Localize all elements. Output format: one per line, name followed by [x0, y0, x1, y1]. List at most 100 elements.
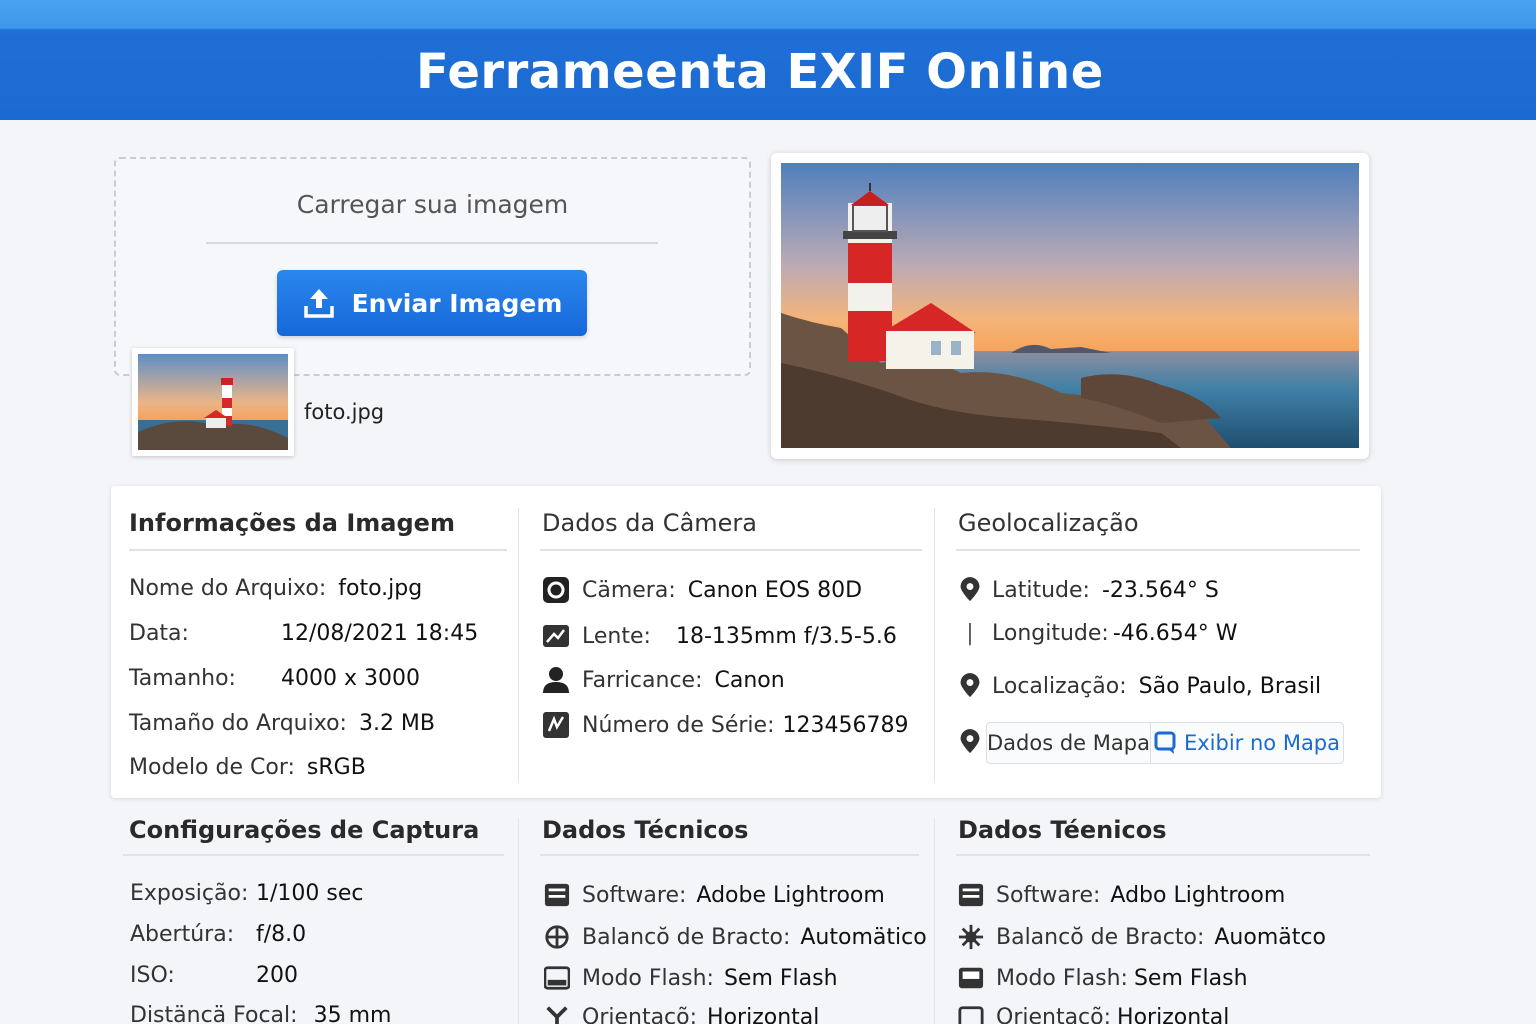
tech-value: Auomätco: [1214, 924, 1326, 950]
tech-label: Orientacõ:: [582, 1004, 698, 1024]
divider-icon: |: [966, 621, 974, 646]
image-info-title: Informações da Imagem: [129, 509, 455, 537]
camera-value: Canon EOS 80D: [687, 577, 863, 603]
capture-row-aperture: Abertúra: f/8.0: [130, 922, 306, 947]
capture-value: 1/100 sec: [256, 881, 364, 906]
map-button-group: Dados de Mapa Exibir no Mapa: [986, 722, 1344, 764]
serial-icon: [543, 712, 569, 738]
camera-label: Número de Série:: [582, 712, 775, 738]
column-divider: [518, 818, 519, 1024]
orientation-icon: [546, 1006, 568, 1024]
capture-settings-title: Configurações de Captura: [129, 816, 480, 844]
section-rule: [956, 854, 1370, 856]
tech-row-flash: Modo Flash: Sem Flash: [544, 964, 838, 992]
info-row-date: Data: 12/08/2021 18:45: [129, 621, 478, 646]
info-label: Tamanho:: [129, 666, 236, 691]
geo-row-longitude: | Longitude: -46.654° W: [958, 621, 1237, 646]
capture-label: Distäncä Focal:: [130, 1003, 298, 1024]
info-label: Data:: [129, 621, 189, 646]
image-preview: [771, 153, 1369, 459]
white-balance-icon: [958, 924, 984, 950]
section-rule: [956, 549, 1360, 551]
geo-value: -23.564° S: [1101, 577, 1219, 603]
capture-row-focal: Distäncä Focal: 35 mm: [130, 1003, 391, 1024]
software-icon: [958, 883, 984, 907]
info-value: foto.jpg: [338, 576, 423, 601]
tech-row-orientation: Orientacõ: Horizontal: [544, 1003, 819, 1024]
tech-value: Adbo Lightroom: [1110, 882, 1286, 908]
upload-divider: [206, 242, 658, 244]
tech-label: Balancŏ de Bracto:: [582, 924, 791, 950]
info-label: Modelo de Cor:: [129, 755, 295, 780]
camera-row-lens: Lente: 18-135mm f/3.5-5.6: [542, 622, 897, 650]
tech-label: Balancŏ de Bracto:: [996, 924, 1205, 950]
orientation-icon: [958, 1006, 984, 1024]
tech-value: Horizontal: [707, 1004, 820, 1024]
app-header: Ferrameenta EXIF Online: [0, 0, 1536, 120]
upload-image-button[interactable]: Enviar Imagem: [277, 270, 587, 336]
info-row-color-model: Modelo de Cor: sRGB: [129, 755, 366, 780]
capture-row-iso: ISO: 200: [130, 963, 298, 988]
camera-row-maker: Farricance: Canon: [542, 666, 785, 694]
location-pin-icon: [960, 577, 980, 602]
flash-icon: [958, 967, 984, 989]
lens-icon: [543, 625, 569, 647]
capture-value: 35 mm: [313, 1003, 392, 1024]
thumbnail-filename: foto.jpg: [304, 400, 385, 424]
info-value: 3.2 MB: [358, 711, 436, 736]
geo-label: Latitude:: [992, 577, 1090, 603]
capture-row-exposure: Exposição: 1/100 sec: [130, 881, 364, 906]
upload-title: Carregar sua imagem: [296, 190, 569, 219]
tech-value: Sem Flash: [723, 965, 838, 991]
tech2-row-orientation: Orientacõ: Horizontal: [958, 1003, 1229, 1024]
image-thumbnail[interactable]: [132, 348, 294, 456]
section-rule: [129, 549, 507, 551]
geo-value: São Paulo, Brasil: [1138, 673, 1322, 699]
software-icon: [544, 883, 570, 907]
location-pin-icon: [960, 729, 980, 754]
geo-label: Localização:: [992, 673, 1127, 699]
camera-value: 123456789: [782, 712, 909, 738]
location-pin-icon: [960, 673, 980, 698]
camera-label: Cämera:: [582, 577, 676, 603]
white-balance-icon: [545, 925, 569, 949]
camera-label: Lente:: [582, 623, 651, 649]
tech-label: Software:: [582, 882, 687, 908]
tech-row-white-balance: Balancŏ de Bracto: Automätico: [544, 923, 927, 951]
flash-icon: [544, 966, 570, 990]
tech-label: Modo Flash:: [996, 965, 1128, 991]
info-label: Nome do Arquixo:: [129, 576, 327, 601]
lighthouse-photo: [781, 163, 1359, 448]
tech2-row-flash: Modo Flash: Sem Flash: [958, 964, 1248, 992]
geolocation-title: Geolocalização: [958, 509, 1139, 537]
info-value: 12/08/2021 18:45: [281, 621, 479, 646]
map-data-button[interactable]: Dados de Mapa: [987, 723, 1151, 763]
column-divider: [934, 818, 935, 1024]
info-row-filesize: Tamaño do Arquixo: 3.2 MB: [129, 711, 435, 736]
tech-row-software: Software: Adobe Lightroom: [544, 881, 885, 909]
tech-value: Automätico: [800, 924, 927, 950]
user-icon: [543, 667, 569, 693]
show-on-map-button[interactable]: Exibir no Mapa: [1151, 723, 1343, 763]
capture-label: ISO:: [130, 963, 175, 988]
technical-data-title: Dados Técnicos: [542, 816, 749, 844]
info-row-filename: Nome do Arquixo: foto.jpg: [129, 576, 422, 601]
camera-row-serial: Número de Série: 123456789: [542, 711, 908, 739]
page-title: Ferrameenta EXIF Online: [416, 44, 1104, 100]
camera-label: Farricance:: [582, 667, 703, 693]
lighthouse-thumbnail-image: [138, 354, 288, 450]
tech-label: Modo Flash:: [582, 965, 714, 991]
tech-value: Horizontal: [1117, 1004, 1230, 1024]
tech2-row-white-balance: Balancŏ de Bracto: Auomätco: [958, 923, 1326, 951]
camera-data-title: Dados da Câmera: [542, 509, 757, 537]
section-rule: [540, 854, 919, 856]
column-divider: [934, 508, 935, 782]
tech-label: Software:: [996, 882, 1101, 908]
camera-value: 18-135mm f/3.5-5.6: [676, 623, 897, 649]
tech-value: Adobe Lightroom: [696, 882, 885, 908]
capture-value: 200: [256, 963, 298, 988]
geo-label: Longitude:: [992, 621, 1109, 646]
section-rule: [540, 549, 922, 551]
capture-label: Exposição:: [130, 881, 249, 906]
camera-icon: [543, 577, 569, 603]
